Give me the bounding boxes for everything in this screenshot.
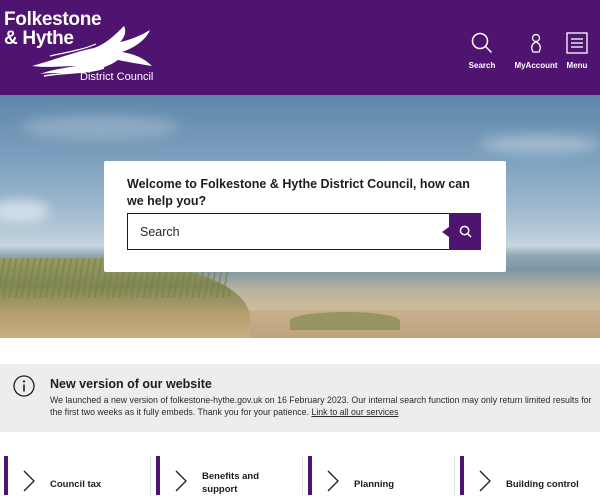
search-heading: Welcome to Folkestone & Hythe District C… — [127, 177, 470, 208]
chevron-right-icon — [479, 470, 491, 492]
service-tile-label: Benefits and support — [202, 471, 260, 495]
search-panel: Welcome to Folkestone & Hythe District C… — [104, 161, 506, 272]
chevron-right-icon — [23, 470, 35, 492]
council-logo[interactable]: Folkestone & Hythe District Council — [4, 10, 154, 88]
service-tile-benefits[interactable]: Benefits and support — [156, 456, 302, 495]
header-search-label: Search — [468, 61, 496, 70]
notice-body: We launched a new version of folkestone-… — [50, 394, 595, 418]
service-tile-planning[interactable]: Planning — [308, 456, 454, 495]
all-services-link[interactable]: Link to all our services — [311, 407, 398, 417]
dune-grass — [290, 312, 400, 330]
service-tile-building-control[interactable]: Building control — [460, 456, 600, 495]
service-tile-label: Council tax — [50, 479, 102, 490]
site-search-input[interactable] — [127, 213, 449, 250]
header-menu-label: Menu — [566, 61, 588, 70]
cloud — [480, 135, 600, 153]
chevron-right-icon — [327, 470, 339, 492]
info-icon — [13, 375, 35, 397]
cloud — [20, 115, 180, 139]
site-search-submit-button[interactable] — [449, 213, 481, 250]
menu-icon — [566, 32, 588, 54]
notice-title: New version of our website — [50, 377, 212, 391]
service-tile-label: Planning — [354, 479, 395, 490]
search-icon — [471, 32, 493, 54]
cloud — [0, 200, 50, 222]
search-button-notch — [442, 227, 449, 237]
website-notice: New version of our website We launched a… — [0, 364, 600, 432]
site-header: Folkestone & Hythe District Council Sear… — [0, 0, 600, 95]
search-icon — [459, 225, 472, 238]
user-icon — [531, 33, 541, 53]
service-tile-council-tax[interactable]: Council tax — [4, 456, 150, 495]
header-search-button[interactable]: Search — [452, 32, 512, 72]
chevron-right-icon — [175, 470, 187, 492]
logo-subtitle: District Council — [80, 71, 154, 83]
header-menu-button[interactable]: Menu — [554, 32, 600, 72]
service-tile-label: Building control — [506, 479, 579, 490]
